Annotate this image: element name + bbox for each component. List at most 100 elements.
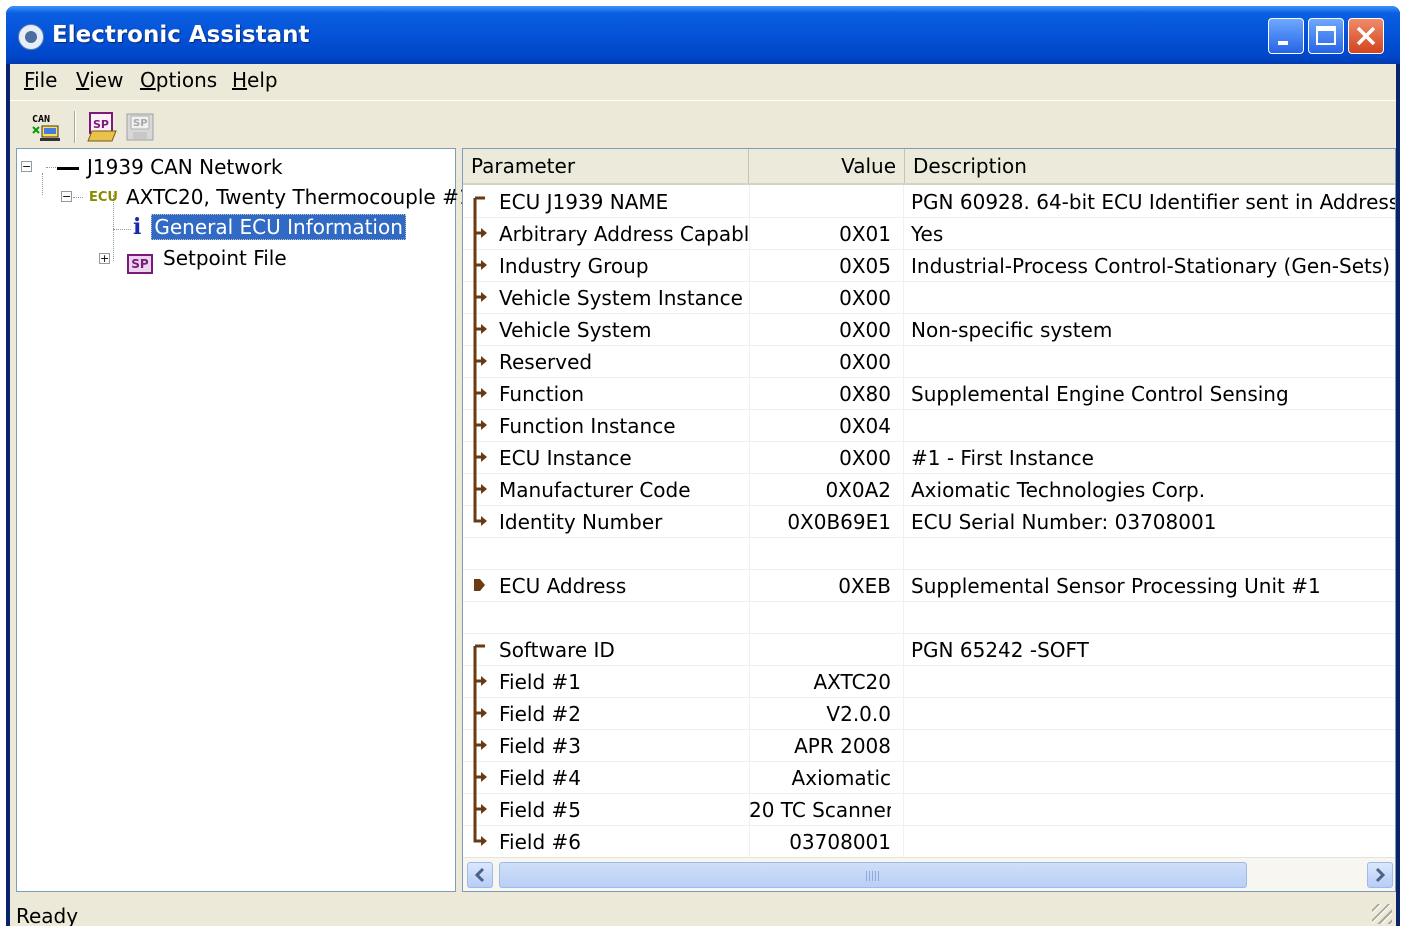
table-row[interactable]: Field #2 V2.0.0 [463,697,1395,730]
toolbar: CAN SP SP [10,100,1396,147]
cell-value: APR 2008 [794,734,891,758]
table-row[interactable] [463,601,1395,634]
parameter-label: Field #3 [499,734,582,758]
table-row[interactable]: Industry Group 0X05 Industrial-Process Con… [463,249,1395,282]
cell-value [749,601,891,633]
save-setpoint-button[interactable]: SP [124,111,156,143]
parameter-label: Field #5 [499,798,582,822]
app-icon[interactable] [18,24,44,50]
table-row[interactable]: Vehicle System 0X00 Non-specific system [463,313,1395,346]
cell-parameter: Vehicle System Instance [473,281,749,313]
tree-line [46,167,56,168]
scroll-left-button[interactable] [467,862,493,888]
cell-parameter: Field #4 [473,761,749,793]
cell-parameter: Identity Number [473,505,749,537]
table-row[interactable]: ECU Address 0XEB Supplemental Sensor Proce… [463,569,1395,602]
parameter-label: Vehicle System Instance [499,286,743,310]
menu-options[interactable]: Options [140,68,217,92]
table-row[interactable]: Arbitrary Address Capable 0X01 Yes [463,217,1395,250]
can-network-button[interactable]: CAN [30,111,62,143]
info-icon: i [133,214,142,240]
cell-description [911,601,1395,633]
window-title: Electronic Assistant [52,22,310,48]
menu-bar: File View Options Help [10,64,1396,98]
tree-node-root[interactable]: J1939 CAN Network [57,152,283,182]
network-tree[interactable]: − J1939 CAN Network − ECU AXTC20, Twenty … [16,148,472,892]
cell-parameter: Arbitrary Address Capable [473,217,749,249]
setpoint-expand-toggle[interactable]: + [99,253,110,264]
cell-value: 0X80 [839,382,891,406]
title-bar[interactable]: Electronic Assistant [6,6,1400,64]
open-setpoint-button[interactable]: SP [86,111,118,143]
cell-value: 0X05 [839,254,891,278]
table-row[interactable]: Field #1 AXTC20 [463,665,1395,698]
scroll-thumb[interactable] [499,862,1247,888]
cell-parameter: Software ID [473,633,749,665]
parameter-label: Arbitrary Address Capable [499,222,749,246]
status-text: Ready [16,904,79,926]
table-row[interactable]: Field #3 APR 2008 [463,729,1395,762]
cell-description: #1 - First Instance [911,446,1094,470]
maximize-button[interactable] [1308,18,1344,54]
scroll-right-button[interactable] [1367,862,1393,888]
cell-description: ECU Serial Number: 03708001 [911,510,1217,534]
cell-value [749,537,891,569]
parameter-grid[interactable]: Parameter Value Description ECU J1939 NA… [462,148,1396,892]
cell-parameter: Field #6 [473,825,749,857]
table-row[interactable]: Manufacturer Code 0X0A2 Axiomatic Technolo… [463,473,1395,506]
minimize-button[interactable] [1268,18,1304,54]
table-row[interactable]: Field #5 20 TC Scanner [463,793,1395,826]
close-icon [1356,26,1376,46]
svg-text:SP: SP [93,118,109,131]
parameter-label: Vehicle System [499,318,652,342]
cell-parameter [473,601,749,633]
table-row[interactable]: Field #4 Axiomatic [463,761,1395,794]
cell-description [911,793,1395,825]
cell-description: PGN 60928. 64-bit ECU Identifier sent in… [911,190,1396,214]
table-row[interactable]: Software ID PGN 65242 -SOFT [463,633,1395,666]
cell-description: Axiomatic Technologies Corp. [911,478,1206,502]
menu-help[interactable]: Help [232,68,278,92]
column-header-description[interactable]: Description [905,149,1395,183]
root-collapse-toggle[interactable]: − [21,161,32,172]
cell-value: 03708001 [789,830,891,854]
parameter-label: ECU J1939 NAME [499,190,669,214]
cell-parameter: Field #3 [473,729,749,761]
cell-value: Axiomatic [791,766,891,790]
chevron-right-icon [1375,867,1386,883]
table-row[interactable] [463,537,1395,570]
table-row[interactable]: Identity Number 0X0B69E1 ECU Serial Number… [463,505,1395,538]
table-row[interactable]: Function Instance 0X04 [463,409,1395,442]
horizontal-scrollbar[interactable] [463,857,1395,891]
grid-header: Parameter Value Description [463,149,1395,185]
ecu-collapse-toggle[interactable]: − [61,191,72,202]
column-header-value[interactable]: Value [749,149,905,183]
save-setpoint-icon: SP [126,113,154,141]
table-row[interactable]: Field #6 03708001 [463,825,1395,858]
menu-file[interactable]: File [24,68,57,92]
toolbar-separator [74,111,76,143]
parameter-label: Field #2 [499,702,582,726]
menu-view[interactable]: View [76,68,123,92]
cell-parameter: Manufacturer Code [473,473,749,505]
parameter-label: Industry Group [499,254,649,278]
tree-node-general-info[interactable]: i General ECU Information [133,212,406,242]
resize-grip-icon[interactable] [1372,904,1392,924]
cell-parameter: Field #1 [473,665,749,697]
tree-node-setpoint-file[interactable]: SP Setpoint File [127,243,287,274]
tree-node-ecu[interactable]: ECU AXTC20, Twenty Thermocouple #1 [89,182,472,212]
column-header-parameter[interactable]: Parameter [463,149,749,183]
cell-value: 0X0A2 [825,478,891,502]
cell-value: 0X00 [839,318,891,342]
table-row[interactable]: Reserved 0X00 [463,345,1395,378]
cell-value: 20 TC Scanner [749,798,891,822]
close-button[interactable] [1348,18,1384,54]
cell-parameter: Field #2 [473,697,749,729]
cell-value: 0X04 [839,414,891,438]
table-row[interactable]: Function 0X80 Supplemental Engine Control … [463,377,1395,410]
table-row[interactable]: ECU Instance 0X00 #1 - First Instance [463,441,1395,474]
table-row[interactable]: Vehicle System Instance 0X00 [463,281,1395,314]
tree-line [113,229,131,230]
table-row[interactable]: ECU J1939 NAME PGN 60928. 64-bit ECU Iden… [463,185,1396,218]
cell-description: Industrial-Process Control-Stationary (G… [911,254,1391,278]
